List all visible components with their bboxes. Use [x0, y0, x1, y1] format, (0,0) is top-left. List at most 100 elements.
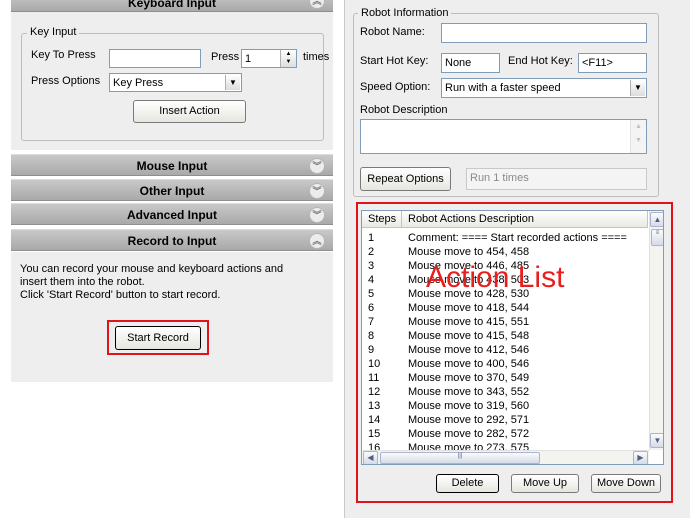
insert-action-button[interactable]: Insert Action: [133, 100, 246, 123]
step-number: 2: [368, 246, 375, 258]
robot-name-input[interactable]: [441, 23, 647, 43]
action-description: Mouse move to 415, 551: [408, 316, 530, 328]
table-row[interactable]: 6 Mouse move to 418, 544: [362, 301, 648, 315]
robot-description-textarea[interactable]: ▲ ▼: [360, 119, 647, 154]
table-row[interactable]: 7 Mouse move to 415, 551: [362, 315, 648, 329]
speed-option-value: Run with a faster speed: [445, 82, 561, 94]
action-description: Mouse move to 292, 571: [408, 414, 530, 426]
horizontal-scrollbar[interactable]: ◀ ||| ▶: [362, 450, 649, 464]
action-description: Comment: ==== Start recorded actions ===…: [408, 232, 627, 244]
press-label: Press: [211, 51, 240, 63]
keyboard-input-header[interactable]: Keyboard Input ︽: [11, 0, 333, 12]
mouse-input-header[interactable]: Mouse Input ︾: [11, 154, 333, 176]
scroll-down-icon[interactable]: ▼: [631, 134, 646, 148]
times-label: times: [303, 51, 330, 63]
press-count-stepper[interactable]: 1 ▲ ▼: [241, 49, 297, 68]
expand-chevron-icon[interactable]: ︾: [309, 183, 325, 199]
step-number: 15: [368, 428, 381, 440]
action-description: Mouse move to 370, 549: [408, 372, 530, 384]
scroll-down-icon[interactable]: ▼: [650, 433, 663, 448]
collapse-chevron-icon[interactable]: ︽: [309, 233, 325, 249]
spin-arrows-icon[interactable]: ▲ ▼: [280, 50, 296, 67]
left-panel: Keyboard Input ︽ Key Input Key To Press …: [0, 0, 345, 518]
keyboard-input-title: Keyboard Input: [127, 0, 216, 10]
move-down-button[interactable]: Move Down: [591, 474, 661, 493]
scroll-left-icon[interactable]: ◀: [363, 451, 378, 464]
horizontal-scroll-thumb[interactable]: |||: [380, 452, 540, 464]
dropdown-arrow-icon[interactable]: ▼: [225, 75, 240, 90]
robot-name-label: Robot Name:: [360, 26, 425, 38]
step-number: 5: [368, 288, 375, 300]
action-description: Mouse move to 418, 544: [408, 302, 530, 314]
end-hot-key-label: End Hot Key:: [508, 55, 573, 67]
advanced-input-title: Advanced Input: [126, 208, 217, 222]
expand-chevron-icon[interactable]: ︾: [309, 207, 325, 223]
table-row[interactable]: 14 Mouse move to 292, 571: [362, 413, 648, 427]
table-row[interactable]: 2 Mouse move to 454, 458: [362, 245, 648, 259]
dropdown-arrow-icon[interactable]: ▼: [630, 80, 645, 96]
table-row[interactable]: 9 Mouse move to 412, 546: [362, 343, 648, 357]
table-row[interactable]: 15 Mouse move to 282, 572: [362, 427, 648, 441]
table-row[interactable]: 10 Mouse move to 400, 546: [362, 357, 648, 371]
press-count-value: 1: [245, 53, 252, 65]
table-row[interactable]: 12 Mouse move to 343, 552: [362, 385, 648, 399]
step-number: 10: [368, 358, 381, 370]
action-description: Mouse move to 282, 572: [408, 428, 530, 440]
press-options-label: Press Options: [31, 75, 101, 87]
table-row[interactable]: 1 Comment: ==== Start recorded actions ==…: [362, 231, 648, 245]
step-number: 12: [368, 386, 381, 398]
start-hot-key-input[interactable]: None: [441, 53, 500, 73]
key-to-press-input[interactable]: [109, 49, 201, 68]
keyboard-section: Key Input Key To Press Press 1 ▲ ▼ times …: [11, 12, 333, 150]
step-number: 1: [368, 232, 375, 244]
scroll-thumb[interactable]: ≡: [651, 229, 663, 246]
table-row[interactable]: 11 Mouse move to 370, 549: [362, 371, 648, 385]
table-row[interactable]: 8 Mouse move to 415, 548: [362, 329, 648, 343]
step-number: 3: [368, 260, 375, 272]
robot-information-legend: Robot Information: [358, 7, 452, 19]
expand-chevron-icon[interactable]: ︾: [309, 158, 325, 174]
start-hot-key-label: Start Hot Key:: [360, 55, 429, 67]
speed-option-select[interactable]: Run with a faster speed ▼: [441, 78, 647, 98]
delete-button[interactable]: Delete: [436, 474, 499, 493]
action-description: Mouse move to 319, 560: [408, 400, 530, 412]
key-to-press-label: Key To Press: [31, 49, 96, 61]
table-row[interactable]: 13 Mouse move to 319, 560: [362, 399, 648, 413]
step-number: 7: [368, 316, 375, 328]
step-number: 9: [368, 344, 375, 356]
move-up-button[interactable]: Move Up: [511, 474, 579, 493]
key-input-legend: Key Input: [27, 26, 80, 38]
repeat-count-display: Run 1 times: [466, 168, 647, 190]
action-description: Mouse move to 400, 546: [408, 358, 530, 370]
vertical-scrollbar[interactable]: ▲ ≡ ▼: [649, 211, 663, 450]
other-input-header[interactable]: Other Input ︾: [11, 179, 333, 201]
action-list-annotation: Action List: [426, 261, 565, 294]
record-instructions: You can record your mouse and keyboard a…: [20, 263, 283, 302]
column-header-description[interactable]: Robot Actions Description: [402, 211, 648, 228]
scroll-up-icon[interactable]: ▲: [650, 212, 663, 227]
action-description: Mouse move to 415, 548: [408, 330, 530, 342]
column-header-steps[interactable]: Steps: [362, 211, 402, 228]
robot-description-label: Robot Description: [360, 104, 448, 116]
scroll-up-icon[interactable]: ▲: [631, 120, 646, 134]
record-text-line: Click 'Start Record' button to start rec…: [20, 289, 221, 301]
record-text-line: insert them into the robot.: [20, 276, 145, 288]
other-input-title: Other Input: [139, 184, 205, 198]
record-to-input-header[interactable]: Record to Input ︽: [11, 229, 333, 251]
end-hot-key-input[interactable]: <F11>: [578, 53, 647, 73]
repeat-options-button[interactable]: Repeat Options: [360, 167, 451, 191]
description-scrollbar[interactable]: ▲ ▼: [630, 120, 646, 153]
step-number: 11: [368, 372, 380, 384]
record-to-input-title: Record to Input: [127, 234, 217, 248]
step-number: 13: [368, 400, 381, 412]
advanced-input-header[interactable]: Advanced Input ︾: [11, 203, 333, 225]
press-options-select[interactable]: Key Press ▼: [109, 73, 242, 92]
action-description: Mouse move to 412, 546: [408, 344, 530, 356]
step-number: 6: [368, 302, 375, 314]
action-description: Mouse move to 343, 552: [408, 386, 530, 398]
action-list[interactable]: Steps Robot Actions Description 1 Comment…: [361, 210, 664, 465]
step-number: 14: [368, 414, 381, 426]
collapse-chevron-icon[interactable]: ︽: [309, 0, 325, 9]
start-record-button[interactable]: Start Record: [115, 326, 201, 350]
scroll-right-icon[interactable]: ▶: [633, 451, 648, 464]
